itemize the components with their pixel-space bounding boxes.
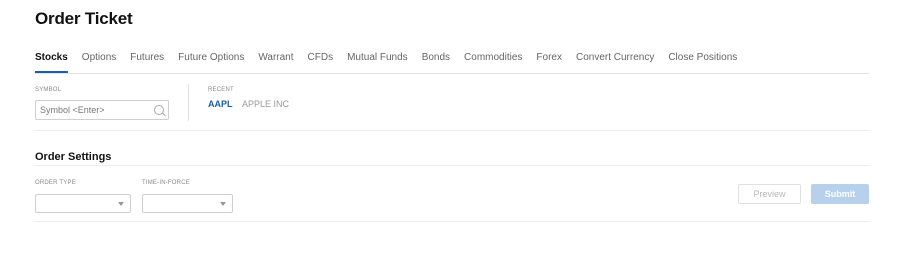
section-divider bbox=[188, 84, 189, 121]
symbol-label: SYMBOL bbox=[35, 87, 62, 93]
submit-button[interactable]: Submit bbox=[811, 184, 869, 204]
symbol-section: SYMBOL Symbol <Enter> RECENT AAPL APPLE … bbox=[35, 74, 869, 131]
tab-cfds[interactable]: CFDs bbox=[308, 49, 334, 69]
symbol-input[interactable]: Symbol <Enter> bbox=[35, 100, 169, 120]
tab-warrant[interactable]: Warrant bbox=[258, 49, 293, 69]
page-title: Order Ticket bbox=[35, 9, 133, 28]
search-icon[interactable] bbox=[154, 105, 164, 115]
order-type-select[interactable] bbox=[35, 194, 131, 213]
recent-company-name: APPLE INC bbox=[242, 99, 290, 109]
time-in-force-label: TIME-IN-FORCE bbox=[142, 180, 190, 186]
divider bbox=[35, 221, 869, 222]
divider bbox=[35, 165, 869, 166]
time-in-force-select[interactable] bbox=[142, 194, 233, 213]
chevron-down-icon bbox=[118, 202, 124, 206]
tab-close-positions[interactable]: Close Positions bbox=[668, 49, 737, 69]
tab-stocks[interactable]: Stocks bbox=[35, 49, 68, 73]
chevron-down-icon bbox=[220, 202, 226, 206]
tab-convert-currency[interactable]: Convert Currency bbox=[576, 49, 654, 69]
order-settings-heading: Order Settings bbox=[35, 151, 112, 163]
tab-futures[interactable]: Futures bbox=[130, 49, 164, 69]
order-type-label: ORDER TYPE bbox=[35, 180, 76, 186]
recent-label: RECENT bbox=[208, 87, 234, 93]
recent-symbol-link[interactable]: AAPL bbox=[208, 99, 233, 109]
tab-forex[interactable]: Forex bbox=[536, 49, 562, 69]
preview-button[interactable]: Preview bbox=[738, 184, 801, 204]
tab-commodities[interactable]: Commodities bbox=[464, 49, 522, 69]
tab-bonds[interactable]: Bonds bbox=[422, 49, 450, 69]
tab-future-options[interactable]: Future Options bbox=[178, 49, 244, 69]
instrument-tabs: Stocks Options Futures Future Options Wa… bbox=[35, 49, 869, 74]
tab-options[interactable]: Options bbox=[82, 49, 116, 69]
tab-mutual-funds[interactable]: Mutual Funds bbox=[347, 49, 408, 69]
symbol-placeholder: Symbol <Enter> bbox=[40, 105, 105, 115]
